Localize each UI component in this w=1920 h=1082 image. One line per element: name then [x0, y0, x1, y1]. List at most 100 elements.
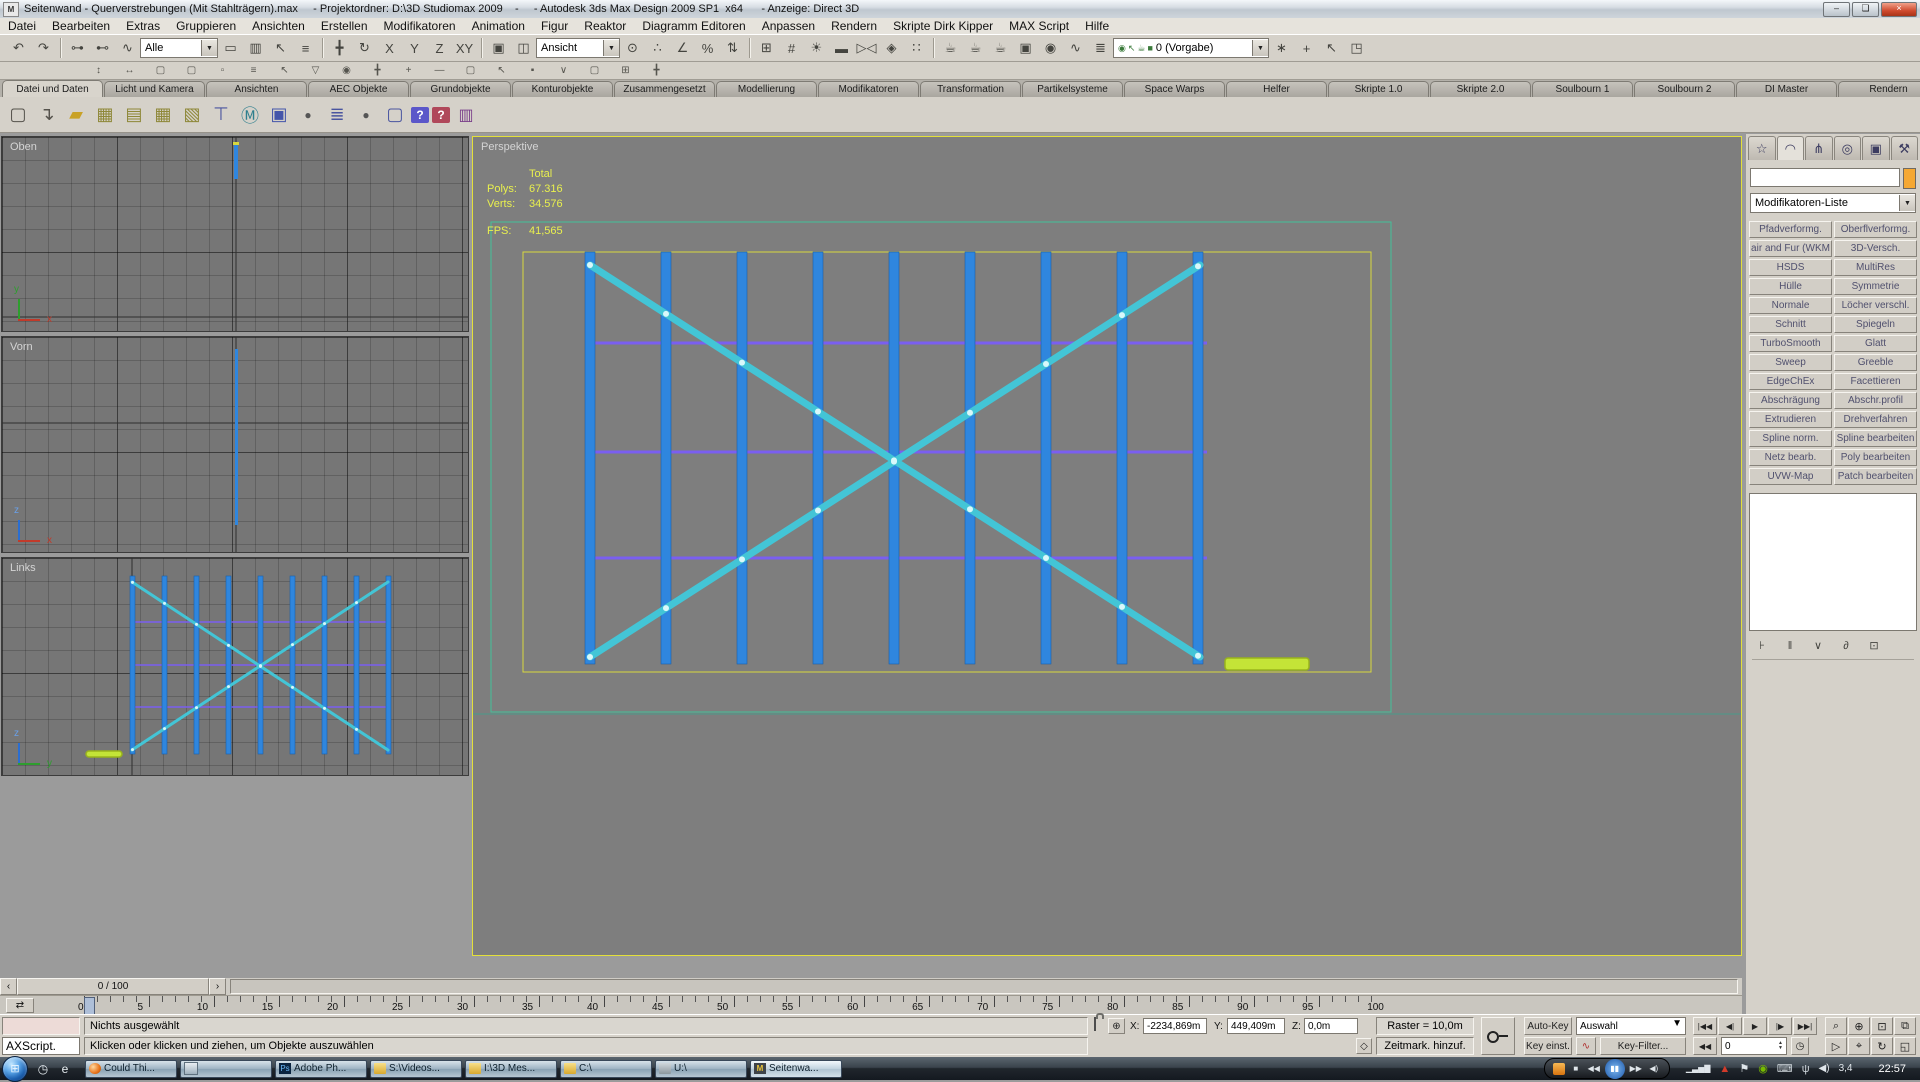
usb-icon[interactable]: ψ: [1802, 1063, 1810, 1075]
min-max-toggle-icon[interactable]: ◱: [1894, 1037, 1916, 1055]
shelf-tab[interactable]: Skripte 2.0: [1430, 81, 1531, 97]
track-bar-toggle-icon[interactable]: ⇄: [6, 998, 34, 1013]
dash-icon[interactable]: —: [431, 63, 448, 78]
viewport-label[interactable]: Perspektive: [481, 141, 538, 153]
help-red-book-icon[interactable]: ?: [432, 107, 450, 123]
mirror-dialog-icon[interactable]: ◫: [511, 37, 536, 59]
align-icon[interactable]: ◈: [879, 37, 904, 59]
shelf-tab[interactable]: Grundobjekte: [410, 81, 511, 97]
selection-filter-combo[interactable]: Alle ▼: [140, 38, 218, 58]
modifier-button[interactable]: TurboSmooth: [1749, 335, 1832, 352]
media-previous-button[interactable]: ◀◀: [1587, 1062, 1601, 1076]
restrict-x-icon[interactable]: X: [377, 37, 402, 59]
menu-item[interactable]: Reaktor: [576, 19, 634, 33]
modifier-button[interactable]: Patch bearbeiten: [1834, 468, 1917, 485]
viewport-label[interactable]: Links: [10, 562, 36, 574]
modifier-button[interactable]: Facettieren: [1834, 373, 1917, 390]
ie-icon[interactable]: e: [56, 1060, 74, 1078]
modifier-button[interactable]: Abschrägung: [1749, 392, 1832, 409]
select-and-link-icon[interactable]: ⊶: [65, 37, 90, 59]
render-preset-c-icon[interactable]: ☕: [988, 37, 1013, 59]
viewport-top[interactable]: Oben y x: [1, 136, 469, 332]
tab-hierarchy[interactable]: ⋔: [1805, 136, 1833, 160]
mini-listener-white[interactable]: AXScript.: [2, 1037, 80, 1055]
go-to-start-button-2[interactable]: ◀◀: [1693, 1037, 1717, 1055]
viewport-front[interactable]: Vorn z x: [1, 336, 469, 553]
time-configuration-icon[interactable]: ◷: [1791, 1037, 1809, 1055]
maxscript-m-icon[interactable]: Ⓜ: [237, 101, 263, 128]
play-button[interactable]: ▶: [1743, 1017, 1767, 1035]
object-color-swatch[interactable]: [1903, 168, 1916, 189]
target-dot-icon[interactable]: ◉: [338, 63, 355, 78]
set-key-mode-icon[interactable]: [1481, 1017, 1515, 1055]
zoom-extents-icon[interactable]: ⊡: [1871, 1017, 1893, 1035]
previous-frame-arrow[interactable]: ‹: [0, 978, 17, 995]
save-table-icon[interactable]: ▤: [121, 101, 147, 128]
help-blue-book-icon[interactable]: ?: [411, 107, 429, 123]
next-frame-button[interactable]: |▶: [1768, 1017, 1792, 1035]
page-small-icon[interactable]: ▢: [152, 63, 169, 78]
redo-icon[interactable]: ↷: [31, 37, 56, 59]
shelf-tab[interactable]: Skripte 1.0: [1328, 81, 1429, 97]
task-drive-u[interactable]: U:\: [655, 1060, 747, 1078]
shelf-tab[interactable]: Konturobjekte: [512, 81, 613, 97]
mirror-icon[interactable]: ▷◁: [854, 37, 879, 59]
check-icon[interactable]: ∨: [555, 63, 572, 78]
task-3dsmax[interactable]: M Seitenwa...: [750, 1060, 842, 1078]
zoom-icon[interactable]: ⌕: [1825, 1017, 1847, 1035]
maximize-button[interactable]: ❏: [1852, 2, 1879, 17]
media-stop-button[interactable]: ■: [1569, 1062, 1583, 1076]
cursor-small-icon[interactable]: ↖: [276, 63, 293, 78]
window-crossing-icon[interactable]: ▥: [243, 37, 268, 59]
tab-motion[interactable]: ◎: [1834, 136, 1862, 160]
key-mode-curve-icon[interactable]: ∿: [1576, 1037, 1596, 1055]
quick-launch-clock-icon[interactable]: ◷: [34, 1060, 52, 1078]
chevron-down-icon[interactable]: ▼: [1252, 40, 1268, 56]
tab-modify[interactable]: ◠: [1777, 136, 1805, 160]
script-editor-icon[interactable]: ≣: [324, 101, 350, 128]
select-and-rotate-icon[interactable]: ↻: [352, 37, 377, 59]
rectangular-selection-region-icon[interactable]: ▭: [218, 37, 243, 59]
modifier-button[interactable]: Extrudieren: [1749, 411, 1832, 428]
absolute-mode-toggle-icon[interactable]: ⊕: [1108, 1018, 1125, 1034]
list-filter-icon[interactable]: ≡: [245, 63, 262, 78]
modifier-button[interactable]: Spiegeln: [1834, 316, 1917, 333]
snapshot-icon[interactable]: ▣: [486, 37, 511, 59]
viewport-left[interactable]: Links z y: [1, 557, 469, 776]
next-frame-arrow[interactable]: ›: [209, 978, 226, 995]
red-marker-icon[interactable]: ▪: [524, 63, 541, 78]
light-falloff-icon[interactable]: ∗: [1269, 37, 1294, 59]
modifier-list-combo[interactable]: Modifikatoren-Liste ▼: [1750, 193, 1916, 213]
modifier-button[interactable]: Symmetrie: [1834, 278, 1917, 295]
modifier-button[interactable]: 3D-Versch.: [1834, 240, 1917, 257]
object-name-field[interactable]: [1750, 168, 1900, 187]
modifier-button[interactable]: Drehverfahren: [1834, 411, 1917, 428]
volume-level[interactable]: 3,4: [1839, 1063, 1853, 1074]
media-next-button[interactable]: ▶▶: [1629, 1062, 1643, 1076]
menu-item[interactable]: Erstellen: [313, 19, 376, 33]
dotted-region-icon[interactable]: ▫: [214, 63, 231, 78]
shelf-tab[interactable]: Modifikatoren: [818, 81, 919, 97]
modifier-button[interactable]: Netz bearb.: [1749, 449, 1832, 466]
modifier-button[interactable]: Löcher verschl.: [1834, 297, 1917, 314]
modifier-button[interactable]: Poly bearbeiten: [1834, 449, 1917, 466]
menu-item[interactable]: Extras: [118, 19, 168, 33]
snap-toggle-icon[interactable]: ∴: [645, 37, 670, 59]
listener-macro-icon[interactable]: ●: [295, 101, 321, 128]
modifier-button[interactable]: Sweep: [1749, 354, 1832, 371]
modifier-button[interactable]: UVW-Map: [1749, 468, 1832, 485]
isolation-mode-icon[interactable]: ◇: [1356, 1038, 1372, 1054]
modifier-button[interactable]: EdgeChEx: [1749, 373, 1832, 390]
shelf-tab[interactable]: Modellierung: [716, 81, 817, 97]
rendered-frame-window-icon[interactable]: ▣: [1013, 37, 1038, 59]
shelf-tab[interactable]: DI Master: [1736, 81, 1837, 97]
menu-item[interactable]: Rendern: [823, 19, 885, 33]
shelf-tab[interactable]: Ansichten: [206, 81, 307, 97]
menu-item[interactable]: Diagramm Editoren: [634, 19, 753, 33]
restrict-y-icon[interactable]: Y: [402, 37, 427, 59]
task-folder-3d[interactable]: I:\3D Mes...: [465, 1060, 557, 1078]
add-time-tag[interactable]: Zeitmark. hinzuf.: [1376, 1037, 1474, 1055]
go-to-start-button[interactable]: |◀◀: [1693, 1017, 1717, 1035]
modifier-button[interactable]: Normale: [1749, 297, 1832, 314]
viewport-perspective[interactable]: Perspektive Total Polys:67.316 Verts:34.…: [472, 136, 1742, 956]
